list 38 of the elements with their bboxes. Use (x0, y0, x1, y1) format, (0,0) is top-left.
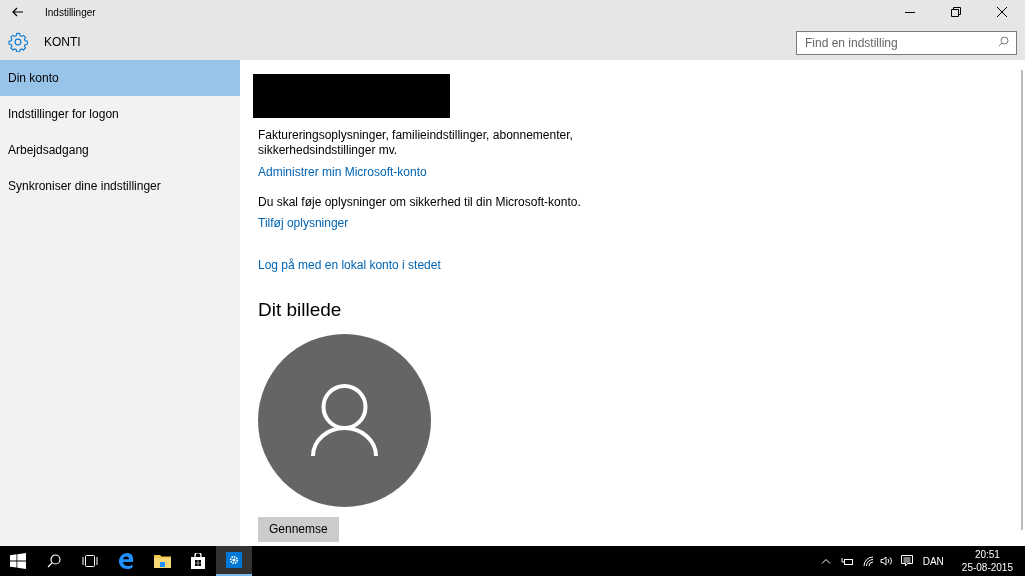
chevron-up-icon (820, 558, 831, 564)
window-title: Indstillinger (45, 5, 96, 20)
search-icon (998, 36, 1009, 47)
avatar-icon (258, 334, 431, 507)
clock-date[interactable]: 25-08-2015 (961, 561, 1013, 574)
sidebar-item[interactable]: Synkroniser dine indstillinger (0, 168, 240, 204)
minimize-icon (905, 11, 915, 13)
close-icon (997, 7, 1007, 17)
notification-icon[interactable] (900, 555, 913, 567)
page-title: KONTI (44, 34, 81, 51)
windows-logo-icon (10, 553, 26, 569)
battery-plug-icon (840, 556, 853, 566)
security-notice: Du skal føje oplysninger om sikkerhed til din Microsoft-konto. (258, 195, 582, 210)
sidebar-item[interactable]: Indstillinger for logon (0, 96, 240, 132)
restore-icon (951, 7, 961, 17)
language-indicator[interactable]: DAN (922, 553, 944, 569)
browse-button[interactable]: Gennemse (258, 517, 339, 542)
manage-account-link[interactable]: Administrer min Microsoft-konto (258, 165, 427, 180)
edge-browser-icon (118, 553, 134, 569)
wifi-icon (862, 556, 874, 566)
section-heading: Dit billede (258, 298, 343, 322)
back-arrow-icon (12, 7, 24, 17)
settings-icon (8, 32, 28, 52)
task-view-icon (82, 555, 98, 567)
sidebar-item[interactable]: Arbejdsadgang (0, 132, 240, 168)
search-icon (47, 554, 61, 568)
settings-app-icon (226, 552, 242, 568)
sidebar-item[interactable]: Din konto (0, 60, 240, 96)
account-description: Faktureringsoplysninger, familieindstillinger, abonnementer, sikkerhedsindstillinger mv. (258, 128, 574, 158)
local-account-link[interactable]: Log på med en lokal konto i stedet (258, 258, 441, 273)
volume-icon (879, 556, 892, 566)
shopping-bag-icon (191, 553, 205, 569)
add-info-link[interactable]: Tilføj oplysninger (258, 216, 349, 231)
clock-time[interactable]: 20:51 (974, 548, 1000, 561)
taskbar-button[interactable] (216, 546, 252, 576)
search-field[interactable]: Find en indstilling (796, 31, 1017, 55)
folder-icon (153, 554, 171, 568)
scrollbar[interactable] (1021, 70, 1023, 530)
